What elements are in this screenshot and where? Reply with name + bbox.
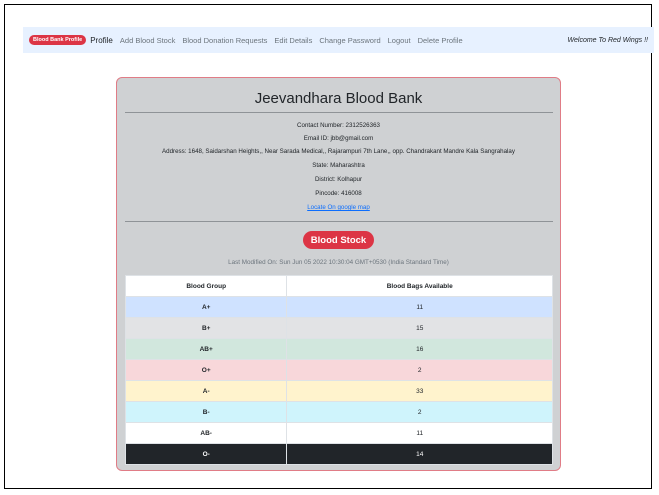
- nav-link-change-password[interactable]: Change Password: [319, 36, 380, 45]
- nav-link-logout[interactable]: Logout: [388, 36, 411, 45]
- blood-group-cell: AB+: [124, 338, 288, 360]
- blood-bags-cell: 33: [286, 380, 553, 402]
- blood-bags-cell: 2: [286, 401, 553, 423]
- blood-bags-cell: 14: [286, 443, 553, 465]
- table-row: A+ 11: [124, 296, 553, 318]
- blood-group-cell: O+: [124, 359, 288, 381]
- state: State: Maharashtra: [312, 162, 365, 169]
- blood-group-cell: AB-: [124, 422, 288, 444]
- last-modified-text: Last Modified On: Sun Jun 05 2022 10:30:…: [228, 259, 449, 266]
- blood-bags-cell: 11: [286, 296, 553, 318]
- blood-bags-cell: 2: [286, 359, 553, 381]
- navbar: Blood Bank Profile Profile Add Blood Sto…: [23, 27, 654, 53]
- page-frame: Blood Bank Profile Profile Add Blood Sto…: [4, 4, 654, 489]
- nav-link-add-blood-stock[interactable]: Add Blood Stock: [120, 36, 175, 45]
- map-link-wrap: Locate On google map: [117, 204, 560, 211]
- nav-link-profile[interactable]: Profile: [90, 36, 113, 45]
- blood-group-cell: A-: [124, 380, 288, 402]
- nav-link-edit-details[interactable]: Edit Details: [274, 36, 312, 45]
- table-row: AB+ 16: [124, 338, 553, 360]
- table-row: O- 14: [124, 443, 553, 465]
- blood-stock-heading: Blood Stock: [303, 231, 374, 249]
- table-row: A- 33: [124, 380, 553, 402]
- nav-link-blood-donation-requests[interactable]: Blood Donation Requests: [182, 36, 267, 45]
- table-row: O+ 2: [124, 359, 553, 381]
- column-header-blood-group: Blood Group: [124, 275, 288, 297]
- blood-bags-cell: 11: [286, 422, 553, 444]
- blood-bags-cell: 16: [286, 338, 553, 360]
- blood-group-cell: O-: [124, 443, 288, 465]
- district: District: Kolhapur: [314, 176, 363, 183]
- nav-link-delete-profile[interactable]: Delete Profile: [418, 36, 463, 45]
- address: Address: 1648, Saidarshan Heights,, Near…: [162, 148, 515, 155]
- pincode: Pincode: 416008: [315, 190, 362, 197]
- bank-name-title: Jeevandhara Blood Bank: [254, 90, 423, 107]
- blood-bags-cell: 15: [286, 317, 553, 339]
- blood-group-cell: B+: [124, 317, 288, 339]
- column-header-blood-bags: Blood Bags Available: [286, 275, 553, 297]
- brand-badge[interactable]: Blood Bank Profile: [29, 35, 87, 45]
- google-map-link[interactable]: Locate On google map: [307, 204, 370, 211]
- contact-number: Contact Number: 2312526363: [297, 122, 380, 129]
- blood-bank-card: Jeevandhara Blood Bank Contact Number: 2…: [116, 77, 561, 471]
- blood-group-cell: B-: [124, 401, 288, 423]
- table-row: B- 2: [124, 401, 553, 423]
- blood-group-cell: A+: [124, 296, 288, 318]
- divider: [125, 221, 553, 222]
- table-row: B+ 15: [124, 317, 553, 339]
- table-row: AB- 11: [124, 422, 553, 444]
- email-id: Email ID: jbb@gmail.com: [303, 135, 374, 142]
- welcome-message: Welcome To Red Wings !!: [567, 36, 648, 44]
- blood-stock-table: Blood Group Blood Bags Available A+ 11 B…: [124, 275, 553, 465]
- table-header-row: Blood Group Blood Bags Available: [124, 275, 553, 297]
- divider: [125, 112, 553, 113]
